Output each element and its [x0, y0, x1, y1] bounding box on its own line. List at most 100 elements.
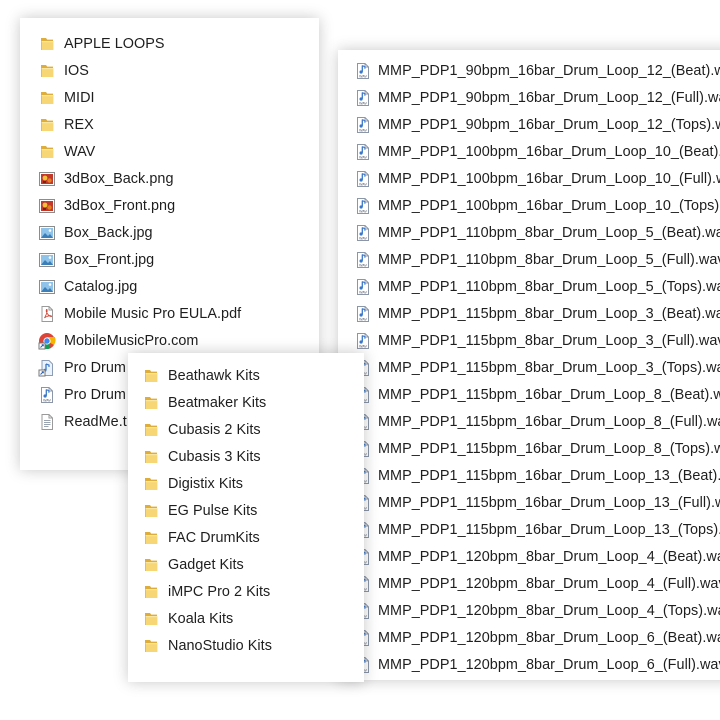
png-image-icon: [38, 197, 56, 215]
wav-list-item-label: MMP_PDP1_115bpm_16bar_Drum_Loop_8_(Tops)…: [378, 440, 720, 457]
wav-list-item-label: MMP_PDP1_115bpm_16bar_Drum_Loop_13_(Full…: [378, 494, 720, 511]
wav-list-item-label: MMP_PDP1_90bpm_16bar_Drum_Loop_12_(Tops)…: [378, 116, 720, 133]
main-list-item[interactable]: Box_Back.jpg: [20, 219, 319, 246]
svg-text:WAV: WAV: [359, 263, 367, 267]
wav-list-item[interactable]: WAVMMP_PDP1_115bpm_16bar_Drum_Loop_13_(F…: [338, 489, 720, 516]
wav-list-item[interactable]: WAVMMP_PDP1_115bpm_16bar_Drum_Loop_13_(B…: [338, 462, 720, 489]
main-list-item[interactable]: IOS: [20, 57, 319, 84]
wav-list-item[interactable]: WAV MMP_PDP1_100bpm_16bar_Drum_Loop_10_(F…: [338, 165, 720, 192]
main-list-item-label: Box_Back.jpg: [64, 224, 153, 241]
wav-list-item[interactable]: WAV MMP_PDP1_115bpm_8bar_Drum_Loop_3_(Ful…: [338, 327, 720, 354]
wav-list-item[interactable]: WAVMMP_PDP1_120bpm_8bar_Drum_Loop_4_(Ful…: [338, 570, 720, 597]
wav-file-icon: WAV: [354, 89, 372, 107]
main-list-item-label: MIDI: [64, 89, 95, 106]
main-list-item[interactable]: Box_Front.jpg: [20, 246, 319, 273]
kits-list-item[interactable]: Cubasis 2 Kits: [128, 416, 364, 443]
wav-file-icon: WAV: [354, 197, 372, 215]
wav-list-item[interactable]: WAV MMP_PDP1_90bpm_16bar_Drum_Loop_12_(Fu…: [338, 84, 720, 111]
wav-list-item[interactable]: WAV MMP_PDP1_90bpm_16bar_Drum_Loop_12_(To…: [338, 111, 720, 138]
main-list-item[interactable]: 3dBox_Back.png: [20, 165, 319, 192]
kits-list-item-label: Cubasis 2 Kits: [168, 421, 261, 438]
wav-list-item[interactable]: WAV MMP_PDP1_90bpm_16bar_Drum_Loop_12_(Be…: [338, 57, 720, 84]
folder-icon: [142, 529, 160, 547]
kits-list-item[interactable]: Digistix Kits: [128, 470, 364, 497]
wav-list-item[interactable]: WAVMMP_PDP1_120bpm_8bar_Drum_Loop_6_(Ful…: [338, 651, 720, 678]
main-list-item[interactable]: Mobile Music Pro EULA.pdf: [20, 300, 319, 327]
wav-file-icon: WAV: [38, 386, 56, 404]
svg-text:WAV: WAV: [359, 290, 367, 294]
wav-list-item-label: MMP_PDP1_110bpm_8bar_Drum_Loop_5_(Tops).…: [378, 278, 720, 295]
kits-list-item[interactable]: Beathawk Kits: [128, 362, 364, 389]
svg-text:WAV: WAV: [359, 209, 367, 213]
main-list-item-label: REX: [64, 116, 94, 133]
wav-file-icon: WAV: [354, 143, 372, 161]
wav-file-icon: WAV: [354, 305, 372, 323]
main-list-item[interactable]: Catalog.jpg: [20, 273, 319, 300]
kits-folder-list: Beathawk Kits Beatmaker Kits Cubasis 2 Kit…: [128, 353, 364, 682]
wav-list-item-label: MMP_PDP1_115bpm_8bar_Drum_Loop_3_(Tops).…: [378, 359, 720, 376]
kits-list-item[interactable]: EG Pulse Kits: [128, 497, 364, 524]
main-list-item-label: Box_Front.jpg: [64, 251, 155, 268]
svg-text:WAV: WAV: [359, 128, 367, 132]
wav-list-item-label: MMP_PDP1_115bpm_8bar_Drum_Loop_3_(Beat).…: [378, 305, 720, 322]
audio-link-icon: [38, 359, 56, 377]
kits-list-item[interactable]: Cubasis 3 Kits: [128, 443, 364, 470]
wav-list-item[interactable]: WAVMMP_PDP1_115bpm_16bar_Drum_Loop_8_(Be…: [338, 381, 720, 408]
svg-text:WAV: WAV: [43, 398, 51, 402]
svg-text:WAV: WAV: [359, 74, 367, 78]
main-list-item-label: Mobile Music Pro EULA.pdf: [64, 305, 242, 322]
wav-list-item-label: MMP_PDP1_110bpm_8bar_Drum_Loop_5_(Full).…: [378, 251, 720, 268]
wav-file-icon: WAV: [354, 62, 372, 80]
kits-list-item-label: FAC DrumKits: [168, 529, 260, 546]
wav-file-icon: WAV: [354, 116, 372, 134]
wav-list-item[interactable]: WAVMMP_PDP1_120bpm_8bar_Drum_Loop_6_(Bea…: [338, 624, 720, 651]
wav-list-item[interactable]: WAV MMP_PDP1_110bpm_8bar_Drum_Loop_5_(Top…: [338, 273, 720, 300]
kits-list-item[interactable]: iMPC Pro 2 Kits: [128, 578, 364, 605]
wav-file-icon: WAV: [354, 224, 372, 242]
folder-icon: [142, 502, 160, 520]
kits-list-item[interactable]: NanoStudio Kits: [128, 632, 364, 659]
main-list-item-label: WAV: [64, 143, 96, 160]
wav-list-item[interactable]: WAVMMP_PDP1_115bpm_16bar_Drum_Loop_8_(To…: [338, 435, 720, 462]
main-list-item[interactable]: REX: [20, 111, 319, 138]
svg-text:WAV: WAV: [359, 155, 367, 159]
wav-list-item[interactable]: WAV MMP_PDP1_115bpm_8bar_Drum_Loop_3_(Bea…: [338, 300, 720, 327]
main-list-item[interactable]: MIDI: [20, 84, 319, 111]
wav-list-item-label: MMP_PDP1_115bpm_16bar_Drum_Loop_8_(Beat)…: [378, 386, 720, 403]
wav-list-item-label: MMP_PDP1_115bpm_8bar_Drum_Loop_3_(Full).…: [378, 332, 720, 349]
folder-icon: [38, 116, 56, 134]
svg-text:WAV: WAV: [359, 182, 367, 186]
wav-list-item[interactable]: WAV MMP_PDP1_100bpm_16bar_Drum_Loop_10_(T…: [338, 192, 720, 219]
folder-icon: [142, 448, 160, 466]
kits-list-item[interactable]: Koala Kits: [128, 605, 364, 632]
wav-list-item[interactable]: WAV MMP_PDP1_110bpm_8bar_Drum_Loop_5_(Bea…: [338, 219, 720, 246]
kits-list-item-label: Koala Kits: [168, 610, 234, 627]
kits-list-item-label: Gadget Kits: [168, 556, 244, 573]
wav-list-item[interactable]: WAV MMP_PDP1_110bpm_8bar_Drum_Loop_5_(Ful…: [338, 246, 720, 273]
folder-icon: [38, 89, 56, 107]
svg-text:WAV: WAV: [359, 101, 367, 105]
kits-list-item-label: Digistix Kits: [168, 475, 244, 492]
kits-list-item[interactable]: Beatmaker Kits: [128, 389, 364, 416]
svg-text:WAV: WAV: [359, 317, 367, 321]
main-list-item[interactable]: MobileMusicPro.com: [20, 327, 319, 354]
main-list-item[interactable]: 3dBox_Front.png: [20, 192, 319, 219]
kits-list-item[interactable]: Gadget Kits: [128, 551, 364, 578]
main-list-item[interactable]: APPLE LOOPS: [20, 30, 319, 57]
wav-list-item[interactable]: WAVMMP_PDP1_115bpm_8bar_Drum_Loop_3_(Top…: [338, 354, 720, 381]
wav-list-item[interactable]: WAVMMP_PDP1_115bpm_16bar_Drum_Loop_13_(T…: [338, 516, 720, 543]
wav-list-item[interactable]: WAVMMP_PDP1_120bpm_8bar_Drum_Loop_4_(Bea…: [338, 543, 720, 570]
jpg-image-icon: [38, 251, 56, 269]
folder-icon: [38, 62, 56, 80]
wav-file-icon: WAV: [354, 251, 372, 269]
svg-text:WAV: WAV: [359, 236, 367, 240]
wav-list-item[interactable]: WAV MMP_PDP1_100bpm_16bar_Drum_Loop_10_(B…: [338, 138, 720, 165]
kits-list-item[interactable]: FAC DrumKits: [128, 524, 364, 551]
wav-list-item[interactable]: WAVMMP_PDP1_115bpm_16bar_Drum_Loop_8_(Fu…: [338, 408, 720, 435]
folder-icon: [142, 556, 160, 574]
main-list-item[interactable]: WAV: [20, 138, 319, 165]
folder-icon: [142, 475, 160, 493]
wav-list-item[interactable]: WAVMMP_PDP1_120bpm_8bar_Drum_Loop_4_(Top…: [338, 597, 720, 624]
wav-list-item-label: MMP_PDP1_115bpm_16bar_Drum_Loop_13_(Beat…: [378, 467, 720, 484]
main-list-item-label: ReadMe.t: [64, 413, 127, 430]
